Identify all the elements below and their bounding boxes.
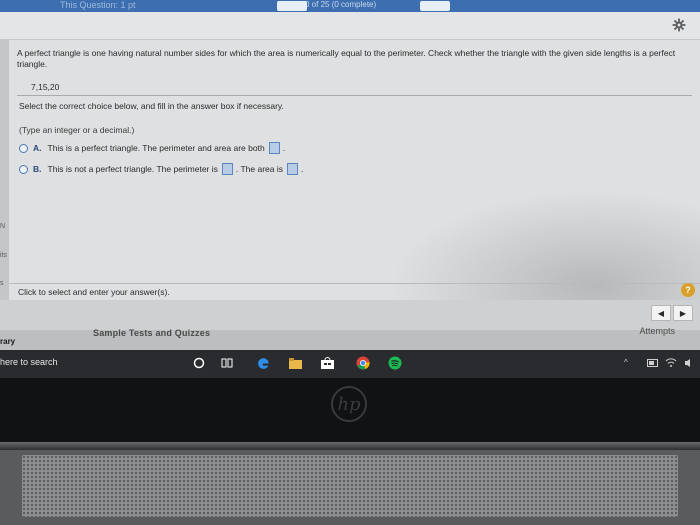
top-header-bar: This Question: 1 pt 0 of 25 (0 complete) <box>0 0 700 12</box>
file-explorer-icon[interactable] <box>288 356 302 370</box>
choice-a-suffix: . <box>282 143 286 153</box>
store-icon[interactable] <box>320 356 334 370</box>
laptop-hinge <box>0 442 700 450</box>
divider <box>17 95 692 96</box>
choice-a-radio[interactable] <box>19 143 28 153</box>
choice-b-suffix: . <box>300 164 304 174</box>
perimeter-answer-box[interactable] <box>221 163 233 175</box>
gear-icon[interactable] <box>672 18 686 32</box>
next-arrow-button[interactable]: ▶ <box>673 305 693 321</box>
cortana-icon[interactable] <box>192 356 206 370</box>
area-answer-box[interactable] <box>286 163 298 175</box>
attempts-label: Attempts <box>639 326 675 336</box>
instruction-text: Select the correct choice below, and fil… <box>19 101 284 111</box>
choice-a[interactable]: A. This is a perfect triangle. The perim… <box>19 141 285 155</box>
spotify-icon[interactable] <box>388 356 402 370</box>
hp-logo-icon: hp <box>331 386 367 422</box>
battery-icon[interactable] <box>646 356 660 370</box>
library-link[interactable]: rary <box>0 337 15 346</box>
progress-label: 0 of 25 (0 complete) <box>305 0 377 9</box>
perimeter-area-answer-box[interactable] <box>268 142 280 154</box>
question-label: This Question: 1 pt <box>60 0 136 10</box>
prev-question-button[interactable] <box>277 1 307 11</box>
choice-a-text: This is a perfect triangle. The perimete… <box>47 143 265 153</box>
volume-icon[interactable] <box>682 356 696 370</box>
click-prompt: Click to select and enter your answer(s)… <box>18 287 170 297</box>
sidebar-fragment: s <box>0 280 4 287</box>
help-icon[interactable]: ? <box>681 283 695 297</box>
choice-a-letter: A. <box>33 143 42 153</box>
wifi-icon[interactable] <box>664 356 678 370</box>
side-lengths: 7,15,20 <box>31 82 60 92</box>
toolbar-row <box>0 12 700 40</box>
task-view-icon[interactable] <box>220 356 234 370</box>
choice-b-radio[interactable] <box>19 164 28 174</box>
sample-tests-link[interactable]: Sample Tests and Quizzes <box>93 328 210 338</box>
choice-b-text: This is not a perfect triangle. The peri… <box>47 164 218 174</box>
question-text: A perfect triangle is one having natural… <box>17 48 676 69</box>
tray-expand-icon[interactable]: ^ <box>624 358 628 367</box>
choice-b-letter: B. <box>33 164 42 174</box>
choice-b[interactable]: B. This is not a perfect triangle. The p… <box>19 162 303 176</box>
navigation-row <box>0 300 700 330</box>
laptop-screen: This Question: 1 pt 0 of 25 (0 complete)… <box>0 0 700 378</box>
sidebar-fragment: N <box>0 223 6 230</box>
input-hint: (Type an integer or a decimal.) <box>19 125 135 135</box>
left-sidebar-strip: N its s ss <box>0 40 9 340</box>
choice-b-mid: . The area is <box>235 164 283 174</box>
edge-icon[interactable] <box>256 356 270 370</box>
windows-taskbar <box>0 350 700 378</box>
speaker-grille <box>22 455 678 517</box>
prev-arrow-button[interactable]: ◀ <box>651 305 671 321</box>
footer-divider <box>9 283 700 284</box>
chrome-icon[interactable] <box>356 356 370 370</box>
next-question-button[interactable] <box>420 1 450 11</box>
taskbar-search[interactable]: here to search <box>0 357 58 367</box>
sidebar-fragment: its <box>0 252 7 259</box>
